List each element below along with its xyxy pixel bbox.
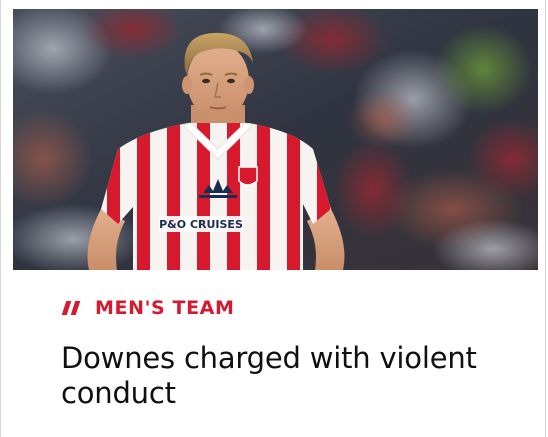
category-label: MEN'S TEAM [95,297,235,319]
article-headline[interactable]: Downes charged with violent conduct [61,341,501,411]
double-slash-icon [61,301,83,315]
category-tag[interactable]: MEN'S TEAM [61,296,234,320]
article-image[interactable]: P&O CRUISES [13,9,538,270]
shirt-sponsor-text: P&O CRUISES [159,218,243,231]
player-photo: P&O CRUISES [13,9,538,270]
news-card[interactable]: P&O CRUISES MEN'S TEAM Downes charged wi… [0,0,546,437]
